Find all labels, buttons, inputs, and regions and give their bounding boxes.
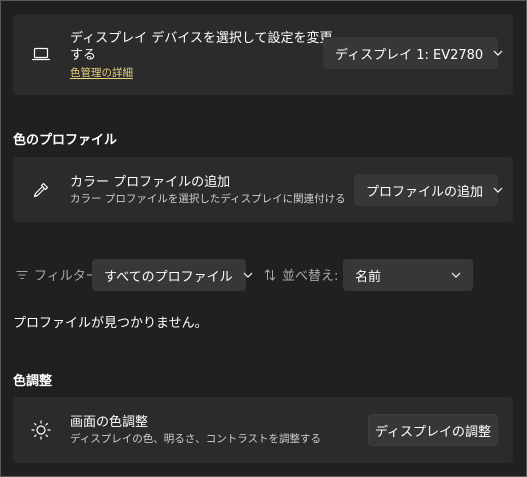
sort-icon [264, 268, 276, 281]
add-profile-title: カラー プロファイルの追加 [70, 175, 231, 190]
sort-dropdown[interactable]: 名前 [343, 259, 473, 291]
sort-label-group: 並べ替え: [264, 265, 338, 284]
color-adjust-title: 画面の色調整 [70, 415, 149, 430]
adjust-display-button[interactable]: ディスプレイの調整 [368, 414, 498, 446]
color-adjust-heading: 色調整 [13, 374, 53, 389]
color-adjust-card: 画面の色調整 ディスプレイの色、明るさ、コントラストを調整する ディスプレイの調… [13, 397, 513, 463]
sort-label: 並べ替え: [282, 269, 339, 284]
color-adjust-subtitle: ディスプレイの色、明るさ、コントラストを調整する [70, 433, 322, 445]
filter-icon [16, 270, 28, 280]
filter-dropdown-value: すべてのプロファイル [104, 269, 233, 285]
add-profile-subtitle: カラー プロファイルを選択したディスプレイに関連付ける [70, 193, 346, 205]
eyedropper-icon [29, 178, 53, 202]
display-dropdown-value: ディスプレイ 1: EV2780 [335, 47, 484, 63]
add-profile-button[interactable]: プロファイルの追加 [354, 174, 503, 206]
display-select-card: ディスプレイ デバイスを選択して設定を変更 する 色管理の詳細 ディスプレイ 1… [13, 14, 513, 95]
no-profiles-message: プロファイルが見つかりません。 [13, 316, 208, 331]
add-profile-button-label: プロファイルの追加 [366, 184, 484, 200]
color-management-link[interactable]: 色管理の詳細 [70, 66, 133, 80]
adjust-display-button-label: ディスプレイの調整 [374, 424, 492, 440]
chevron-down-icon [451, 270, 461, 280]
laptop-icon [29, 42, 53, 66]
add-profile-card: カラー プロファイルの追加 カラー プロファイルを選択したディスプレイに関連付け… [13, 157, 513, 222]
chevron-down-icon [493, 48, 503, 58]
filter-label-group: フィルター: [16, 265, 103, 284]
chevron-down-icon [243, 270, 253, 280]
chevron-down-icon [493, 185, 503, 195]
color-profile-heading: 色のプロファイル [13, 133, 118, 148]
filter-dropdown[interactable]: すべてのプロファイル [92, 259, 253, 291]
brightness-icon [29, 418, 53, 442]
display-dropdown[interactable]: ディスプレイ 1: EV2780 [323, 37, 503, 69]
display-card-title-line2: する [70, 48, 97, 63]
sort-dropdown-value: 名前 [355, 269, 382, 285]
display-card-title-line1: ディスプレイ デバイスを選択して設定を変更 [70, 31, 333, 46]
